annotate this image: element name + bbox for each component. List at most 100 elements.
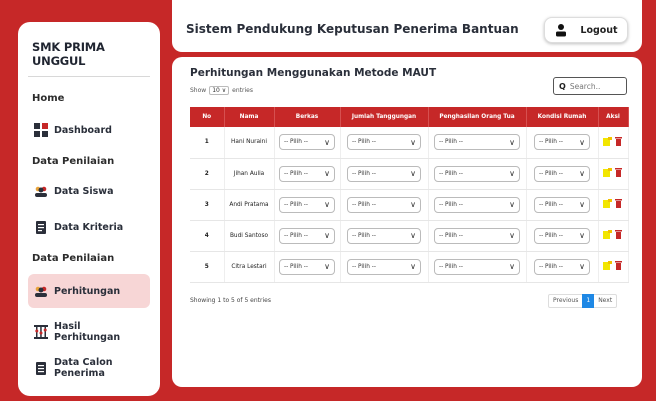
chevron-down-icon: ∨	[324, 169, 330, 178]
logout-label: Logout	[580, 24, 618, 36]
cell-no: 3	[190, 189, 225, 221]
delete-icon[interactable]	[614, 168, 623, 177]
col-header-kondisi-rumah[interactable]: Kondisi Rumah	[526, 107, 599, 127]
cell-aksi	[598, 189, 629, 221]
sidebar-item-label: Dashboard	[54, 124, 112, 136]
cell-no: 1	[190, 127, 225, 159]
cell-nama: Jihan Aulia	[224, 158, 275, 190]
cell-penghasilan-select: -- Pilih -- ∨	[428, 220, 527, 252]
penghasilan-select[interactable]: -- Pilih -- ∨	[434, 165, 520, 182]
pagination-page-1[interactable]: 1	[582, 294, 595, 308]
select-value: -- Pilih --	[352, 263, 376, 270]
select-value: -- Pilih --	[352, 139, 376, 146]
cell-kondisi-rumah-select: -- Pilih -- ∨	[526, 251, 599, 283]
cell-penghasilan-select: -- Pilih -- ∨	[428, 189, 527, 221]
cell-berkas-select: -- Pilih -- ∨	[274, 251, 341, 283]
top-header: Sistem Pendukung Keputusan Penerima Bant…	[172, 0, 642, 52]
select-value: -- Pilih --	[352, 232, 376, 239]
sidebar-item-data-calon-penerima[interactable]: Data Calon Penerima	[28, 354, 150, 382]
pagination-previous[interactable]: Previous	[549, 294, 582, 308]
user-icon	[554, 23, 568, 37]
entries-select[interactable]: 10 ∨	[209, 86, 230, 95]
cell-kondisi-rumah-select: -- Pilih -- ∨	[526, 127, 599, 159]
sidebar-item-dashboard[interactable]: Dashboard	[28, 116, 150, 144]
sidebar-item-label: Data Siswa	[54, 185, 114, 197]
edit-icon[interactable]	[603, 261, 612, 270]
search-input[interactable]: Q Search..	[553, 77, 627, 95]
jumlah-tanggungan-select[interactable]: -- Pilih -- ∨	[347, 134, 421, 151]
sidebar-item-label: Data Kriteria	[54, 221, 124, 233]
kondisi-rumah-select[interactable]: -- Pilih -- ∨	[534, 134, 590, 151]
sidebar-item-hasil-perhitungan[interactable]: Hasil Perhitungan	[28, 318, 150, 346]
section-home: Home	[32, 93, 65, 104]
chevron-down-icon: ∨	[579, 169, 585, 178]
sidebar-item-label: Hasil Perhitungan	[54, 321, 121, 343]
kondisi-rumah-select[interactable]: -- Pilih -- ∨	[534, 227, 590, 244]
search-placeholder: Search..	[569, 81, 601, 91]
col-header-nama[interactable]: Nama	[224, 107, 275, 127]
kondisi-rumah-select[interactable]: -- Pilih -- ∨	[534, 258, 590, 275]
berkas-select[interactable]: -- Pilih -- ∨	[279, 134, 335, 151]
document-list-icon	[34, 361, 48, 375]
show-label: Show	[190, 87, 207, 94]
cell-nama: Andi Pratama	[224, 189, 275, 221]
search-icon: Q	[559, 81, 566, 91]
cell-berkas-select: -- Pilih -- ∨	[274, 127, 341, 159]
berkas-select[interactable]: -- Pilih -- ∨	[279, 196, 335, 213]
edit-icon[interactable]	[603, 136, 612, 146]
dashboard-icon	[34, 123, 48, 137]
sidebar: SMK PRIMA UNGGUL Home Dashboard Data Pen…	[18, 22, 160, 396]
select-value: -- Pilih --	[539, 232, 563, 239]
cell-aksi	[598, 158, 629, 190]
cell-penghasilan-select: -- Pilih -- ∨	[428, 158, 527, 190]
chevron-down-icon: ∨	[324, 262, 330, 271]
berkas-select[interactable]: -- Pilih -- ∨	[279, 165, 335, 182]
users-icon	[34, 184, 48, 198]
cell-jumlah-tanggungan-select: -- Pilih -- ∨	[340, 251, 429, 283]
berkas-select[interactable]: -- Pilih -- ∨	[279, 227, 335, 244]
col-header-jumlah-tanggungan[interactable]: Jumlah Tanggungan	[340, 107, 429, 127]
jumlah-tanggungan-select[interactable]: -- Pilih -- ∨	[347, 227, 421, 244]
jumlah-tanggungan-select[interactable]: -- Pilih -- ∨	[347, 165, 421, 182]
edit-icon[interactable]	[603, 199, 612, 208]
chevron-down-icon: ∨	[410, 231, 416, 240]
select-value: -- Pilih --	[284, 263, 308, 270]
delete-icon[interactable]	[614, 261, 623, 270]
cell-aksi	[598, 127, 629, 159]
chevron-down-icon: ∨	[509, 137, 515, 147]
penghasilan-select[interactable]: -- Pilih -- ∨	[434, 258, 520, 275]
select-value: -- Pilih --	[352, 201, 376, 208]
col-header-penghasilan[interactable]: Penghasilan Orang Tua	[428, 107, 527, 127]
edit-icon[interactable]	[603, 230, 612, 239]
berkas-select[interactable]: -- Pilih -- ∨	[279, 258, 335, 275]
cell-nama: Citra Lestari	[224, 251, 275, 283]
penghasilan-select[interactable]: -- Pilih -- ∨	[434, 227, 520, 244]
cell-berkas-select: -- Pilih -- ∨	[274, 158, 341, 190]
table-row: 5 Citra Lestari -- Pilih -- ∨ -- Pilih --…	[190, 251, 629, 283]
col-header-no[interactable]: No	[190, 107, 225, 127]
edit-icon[interactable]	[603, 168, 612, 177]
brand-name: SMK PRIMA UNGGUL	[28, 34, 150, 77]
kondisi-rumah-select[interactable]: -- Pilih -- ∨	[534, 165, 590, 182]
kondisi-rumah-select[interactable]: -- Pilih -- ∨	[534, 196, 590, 213]
cell-no: 4	[190, 220, 225, 252]
cell-no: 2	[190, 158, 225, 190]
entries-label: entries	[232, 87, 253, 94]
jumlah-tanggungan-select[interactable]: -- Pilih -- ∨	[347, 258, 421, 275]
jumlah-tanggungan-select[interactable]: -- Pilih -- ∨	[347, 196, 421, 213]
delete-icon[interactable]	[614, 230, 623, 239]
page-title: Perhitungan Menggunakan Metode MAUT	[190, 67, 437, 79]
cell-aksi	[598, 251, 629, 283]
pagination-next[interactable]: Next	[594, 294, 616, 308]
delete-icon[interactable]	[614, 136, 623, 146]
penghasilan-select[interactable]: -- Pilih -- ∨	[434, 134, 520, 151]
penghasilan-select[interactable]: -- Pilih -- ∨	[434, 196, 520, 213]
cell-berkas-select: -- Pilih -- ∨	[274, 189, 341, 221]
logout-button[interactable]: Logout	[544, 17, 628, 43]
delete-icon[interactable]	[614, 199, 623, 208]
sidebar-item-data-kriteria[interactable]: Data Kriteria	[28, 213, 150, 241]
sidebar-item-data-siswa[interactable]: Data Siswa	[28, 177, 150, 205]
col-header-berkas[interactable]: Berkas	[274, 107, 341, 127]
sidebar-item-perhitungan[interactable]: Perhitungan	[28, 274, 150, 308]
cell-jumlah-tanggungan-select: -- Pilih -- ∨	[340, 189, 429, 221]
